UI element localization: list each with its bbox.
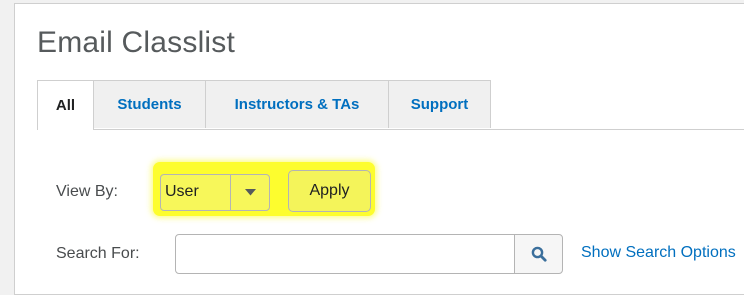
caret-down-icon[interactable]	[230, 175, 270, 210]
caret-down-icon-shape	[245, 189, 256, 196]
tab-all[interactable]: All	[37, 80, 94, 130]
email-classlist-panel: Email Classlist All Students Instructors…	[14, 3, 744, 295]
search-icon	[531, 246, 547, 262]
apply-button[interactable]: Apply	[288, 170, 371, 212]
search-for-label: Search For:	[56, 245, 140, 262]
search-button[interactable]	[514, 234, 563, 274]
view-by-label: View By:	[56, 183, 118, 200]
view-by-select[interactable]: User	[160, 174, 270, 211]
page-title: Email Classlist	[37, 26, 236, 59]
tab-students[interactable]: Students	[93, 80, 206, 128]
tab-instructors-tas[interactable]: Instructors & TAs	[205, 80, 389, 128]
tab-support[interactable]: Support	[388, 80, 491, 128]
show-search-options-link[interactable]: Show Search Options	[581, 244, 736, 262]
view-by-selected-value: User	[165, 183, 199, 200]
tab-divider	[37, 129, 744, 130]
search-input[interactable]	[175, 234, 515, 274]
